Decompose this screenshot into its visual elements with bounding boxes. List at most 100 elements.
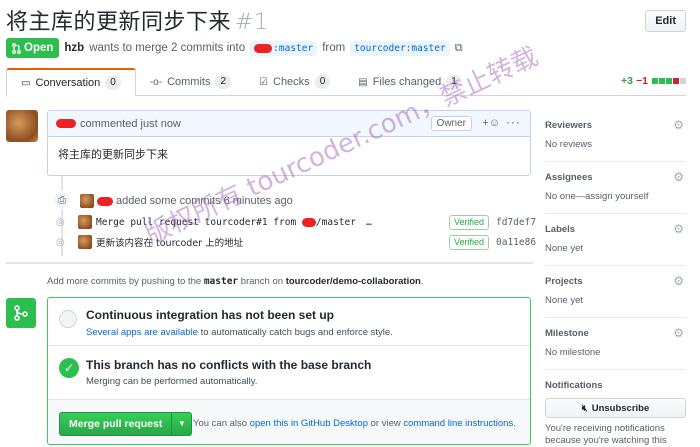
avatar[interactable]: [78, 235, 92, 249]
mute-icon: 🔇︎: [581, 402, 588, 414]
push-hint: Add more commits by pushing to the maste…: [47, 276, 424, 287]
redaction-mark: [56, 119, 76, 128]
diffstat-bar: [651, 75, 686, 87]
deletions-count: −1: [636, 75, 648, 87]
sidebar-value: None yet: [545, 243, 584, 254]
sidebar-heading: Assignees: [545, 172, 593, 183]
unsubscribe-button[interactable]: 🔇︎ Unsubscribe: [545, 398, 686, 418]
branch-name: master: [203, 276, 239, 287]
tab-checks[interactable]: ☑ Checks 0: [245, 68, 344, 96]
commit-message[interactable]: 更新该内容在 tourcoder 上的地址: [96, 235, 243, 249]
sidebar: Reviewers ⚙ No reviews Assignees ⚙ No on…: [545, 110, 686, 446]
ci-section: Continuous integration has not been set …: [48, 298, 530, 346]
ci-subtitle: Several apps are available to automatica…: [86, 327, 393, 338]
pr-tabs: ▭ Conversation 0 -o- Commits 2 ☑ Checks …: [6, 68, 686, 97]
state-badge: Open: [6, 38, 60, 58]
sidebar-reviewers: Reviewers ⚙ No reviews: [545, 110, 686, 162]
merge-button-label[interactable]: Merge pull request: [60, 413, 171, 435]
sidebar-labels: Labels ⚙ None yet: [545, 214, 686, 266]
commit-expand-button[interactable]: …: [366, 217, 372, 228]
commit-dot-icon: ◎: [56, 237, 65, 248]
tab-label: Checks: [273, 76, 310, 88]
tab-counter: 0: [314, 75, 331, 89]
merge-pull-request-button[interactable]: Merge pull request ▼: [59, 412, 193, 436]
commit-message[interactable]: Merge pull request tourcoder#1 from /mas…: [96, 217, 356, 228]
base-branch[interactable]: :master: [250, 40, 318, 56]
commit-sha[interactable]: 0a11e86: [496, 237, 536, 248]
command-line-link[interactable]: command line instructions: [403, 418, 513, 429]
checklist-icon: ☑: [259, 76, 268, 88]
commit-dot-icon: ◎: [56, 217, 65, 228]
check-icon: ✓: [59, 358, 79, 378]
sidebar-heading: Milestone: [545, 328, 589, 339]
tab-files-changed[interactable]: ▤ Files changed 1: [344, 68, 476, 96]
pr-header: 将主库的更新同步下来 #1 Edit: [6, 4, 686, 36]
assign-yourself-link[interactable]: No one—assign yourself: [545, 191, 649, 202]
add-reaction-icon[interactable]: +☺: [482, 117, 500, 129]
from-label: from: [322, 42, 346, 54]
repo-push-icon: ⎙: [53, 191, 71, 209]
redaction-mark: [97, 196, 113, 206]
avatar[interactable]: [6, 110, 38, 142]
tab-label: Commits: [167, 76, 211, 88]
gear-icon[interactable]: ⚙: [673, 170, 684, 184]
pr-number: #1: [235, 10, 269, 35]
owner-badge: Owner: [430, 116, 472, 131]
chevron-down-icon[interactable]: ▼: [171, 413, 191, 435]
ci-icon: [59, 310, 77, 328]
tab-label: Conversation: [35, 77, 101, 89]
tab-counter: 1: [446, 75, 462, 89]
tab-conversation[interactable]: ▭ Conversation 0: [6, 68, 136, 97]
state-label: Open: [24, 42, 54, 54]
more-options-icon[interactable]: ···: [506, 115, 521, 129]
gear-icon[interactable]: ⚙: [673, 274, 684, 288]
sidebar-milestone: Milestone ⚙ No milestone: [545, 318, 686, 370]
repo-link[interactable]: tourcoder/demo-collaboration: [286, 276, 421, 287]
tab-commits[interactable]: -o- Commits 2: [136, 68, 245, 96]
pull-request-icon: [12, 42, 21, 54]
ci-title: Continuous integration has not been set …: [86, 308, 334, 322]
copy-icon[interactable]: ⧉: [455, 42, 463, 55]
verified-badge[interactable]: Verified: [449, 215, 490, 230]
notification-reason: You're receiving notifications because y…: [545, 423, 667, 446]
tab-label: Files changed: [372, 76, 442, 88]
gear-icon[interactable]: ⚙: [673, 326, 684, 340]
avatar[interactable]: [78, 215, 92, 229]
ci-apps-link[interactable]: Several apps are available: [86, 327, 198, 338]
comment-icon: ▭: [21, 77, 31, 89]
head-branch[interactable]: tourcoder:master: [350, 40, 450, 56]
gear-icon[interactable]: ⚙: [673, 118, 684, 132]
sidebar-projects: Projects ⚙ None yet: [545, 266, 686, 318]
commit-sha[interactable]: fd7def7: [496, 217, 536, 228]
comment-header: commented just now Owner +☺ ···: [48, 111, 530, 137]
merge-box: Continuous integration has not been set …: [47, 297, 531, 445]
pr-author[interactable]: hzb: [64, 42, 84, 54]
additions-count: +3: [621, 75, 634, 87]
sidebar-value: None yet: [545, 295, 584, 306]
base-branch-label: :master: [273, 42, 314, 54]
commit-icon: -o-: [149, 76, 163, 88]
sidebar-heading: Notifications: [545, 380, 603, 391]
pr-title-text: 将主库的更新同步下来: [6, 10, 232, 35]
git-merge-icon: [6, 298, 36, 328]
unsubscribe-label: Unsubscribe: [591, 402, 650, 414]
file-diff-icon: ▤: [358, 76, 368, 88]
comment-body: 将主库的更新同步下来: [58, 148, 168, 161]
verified-badge[interactable]: Verified: [449, 235, 490, 250]
pr-title: 将主库的更新同步下来 #1: [6, 10, 268, 35]
github-desktop-link[interactable]: open this in GitHub Desktop: [250, 418, 368, 429]
merge-footer-text: You can also open this in GitHub Desktop…: [193, 418, 516, 429]
timeline-divider: [6, 262, 533, 264]
gear-icon[interactable]: ⚙: [673, 222, 684, 236]
sidebar-heading: Reviewers: [545, 120, 593, 131]
conflict-subtitle: Merging can be performed automatically.: [86, 376, 258, 387]
pr-meta: Open hzb wants to merge 2 commits into :…: [6, 38, 686, 58]
diffstat: +3 −1: [621, 75, 686, 87]
sidebar-heading: Labels: [545, 224, 576, 235]
conflict-title: This branch has no conflicts with the ba…: [86, 358, 372, 372]
meta-text: wants to merge 2 commits into: [89, 42, 246, 54]
comment-action: commented just now: [80, 117, 181, 130]
sidebar-assignees: Assignees ⚙ No one—assign yourself: [545, 162, 686, 214]
edit-button[interactable]: Edit: [645, 10, 686, 32]
avatar[interactable]: [80, 194, 94, 208]
